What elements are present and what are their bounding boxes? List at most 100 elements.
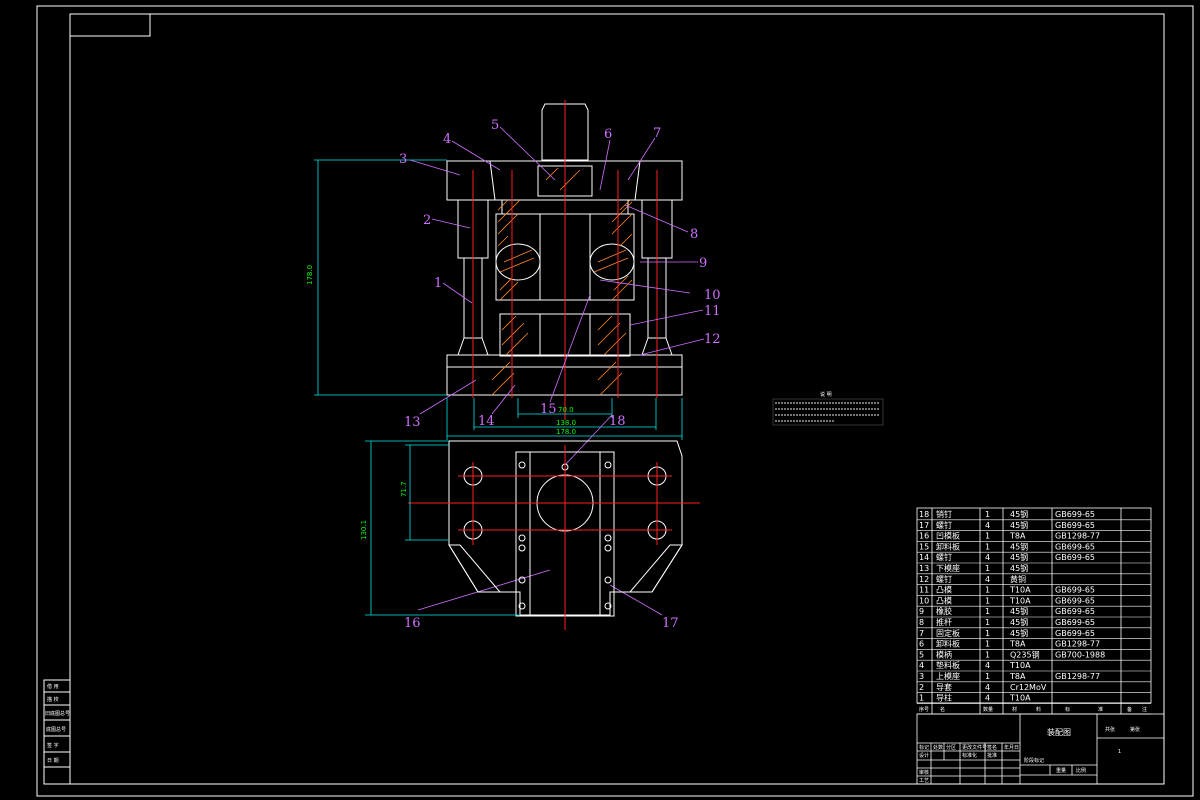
bom-cell-name: 凸模 xyxy=(936,595,952,605)
bom-header: 序号 名 数量 材 料 标 准 备 注 xyxy=(919,706,1147,713)
bom-cell-qty: 1 xyxy=(985,586,990,595)
tb-sheets: 共张 xyxy=(1105,726,1115,733)
bom-cell-material: 45钢 xyxy=(1010,520,1028,530)
bom-cell-no: 15 xyxy=(919,542,929,551)
dim-outer-width: 178.0 xyxy=(556,428,576,436)
plan-dimension-text: 130.1 71.7 xyxy=(360,481,408,540)
bom-cell-material: 45钢 xyxy=(1010,509,1028,519)
tb-design: 设计 xyxy=(919,752,929,759)
bom-cell-name: 垫料板 xyxy=(936,660,960,670)
bom-cell-no: 13 xyxy=(919,564,929,573)
bom-cell-material: 45钢 xyxy=(1010,617,1028,627)
callout-6: 6 xyxy=(604,127,612,142)
bom-cell-std: GB699-65 xyxy=(1055,618,1095,627)
tb-standard: 标准化 xyxy=(962,752,977,759)
bom-cell-qty: 4 xyxy=(985,683,990,692)
bom-cell-no: 16 xyxy=(919,532,929,541)
bom-cell-std: GB699-65 xyxy=(1055,553,1095,562)
callout-15: 15 xyxy=(540,402,557,417)
bom-cell-material: T8A xyxy=(1009,672,1026,681)
bom-cell-qty: 4 xyxy=(985,553,990,562)
bom-cell-std: GB699-65 xyxy=(1055,521,1095,530)
bom-cell-qty: 1 xyxy=(985,650,990,659)
bom-cell-name: 卸料板 xyxy=(936,541,960,551)
bom-cell-material: Cr12MoV xyxy=(1010,683,1047,692)
side-stamp-1: 描 校 xyxy=(47,696,59,703)
dim-plan-half: 71.7 xyxy=(400,481,408,497)
tb-approve: 批准 xyxy=(987,752,997,759)
bom-cell-no: 5 xyxy=(919,650,924,659)
bom-cell-name: 螺钉 xyxy=(936,574,952,584)
bom-cell-qty: 1 xyxy=(985,607,990,616)
tb-sheet-no: 1 xyxy=(1118,749,1121,755)
bom-cell-qty: 1 xyxy=(985,618,990,627)
bom-cell-qty: 4 xyxy=(985,694,990,703)
bom-cell-std: GB1298-77 xyxy=(1055,532,1100,541)
bom-header-std2: 准 xyxy=(1098,706,1103,713)
bom-cell-qty: 1 xyxy=(985,542,990,551)
bom-cell-no: 10 xyxy=(919,596,929,605)
callout-3: 3 xyxy=(399,152,407,167)
bom-cell-std: GB699-65 xyxy=(1055,629,1095,638)
tb-review: 审核 xyxy=(919,769,929,776)
bom-cell-qty: 1 xyxy=(985,564,990,573)
bom-cell-qty: 4 xyxy=(985,521,990,530)
bom-cell-name: 凹模板 xyxy=(936,531,960,541)
tb-zone: 分区 xyxy=(946,744,956,751)
bom-cell-no: 8 xyxy=(919,618,924,627)
callout-4: 4 xyxy=(443,132,451,147)
bom-cell-std: GB699-65 xyxy=(1055,607,1095,616)
tb-stage: 阶段标记 xyxy=(1024,757,1044,764)
bom-cell-std: GB1298-77 xyxy=(1055,640,1100,649)
bom-cell-material: T8A xyxy=(1009,640,1026,649)
bom-cell-qty: 1 xyxy=(985,510,990,519)
side-stamp-3: 底图总号 xyxy=(46,726,66,733)
technical-notes: 说 明 xyxy=(772,391,884,426)
bom-cell-material: 45钢 xyxy=(1010,552,1028,562)
bom-header-no: 序号 xyxy=(919,706,929,713)
bom-cell-material: 45钢 xyxy=(1010,628,1028,638)
bom-cell-name: 推杆 xyxy=(936,617,952,627)
bom-cell-std: GB700-1988 xyxy=(1055,650,1105,659)
bom-cell-std: GB699-65 xyxy=(1055,510,1095,519)
callout-1: 1 xyxy=(434,276,442,291)
bom-cell-qty: 1 xyxy=(985,596,990,605)
drawing-name: 装配图 xyxy=(1047,727,1071,737)
plan-centerlines xyxy=(408,445,700,630)
tb-process: 工艺 xyxy=(919,778,929,784)
callout-10: 10 xyxy=(704,288,721,303)
bom-cell-no: 2 xyxy=(919,683,924,692)
bom-cell-material: T10A xyxy=(1009,694,1031,703)
bom-cell-name: 上模座 xyxy=(936,671,960,681)
bom-cell-material: T10A xyxy=(1009,596,1031,605)
callout-12: 12 xyxy=(704,332,721,347)
bom-header-qty: 数量 xyxy=(983,706,993,713)
callout-13: 13 xyxy=(404,415,421,430)
bom-cell-name: 螺钉 xyxy=(936,520,952,530)
tb-scale: 比例 xyxy=(1076,767,1086,774)
bom-cell-no: 18 xyxy=(919,510,929,519)
dim-inner-width: 70.0 xyxy=(558,406,574,414)
bom-cell-name: 凸模 xyxy=(936,585,952,595)
bom-cell-name: 导套 xyxy=(936,682,952,692)
tb-count: 处数 xyxy=(933,744,943,751)
bom-cell-std: GB699-65 xyxy=(1055,596,1095,605)
bom-cell-material: 45钢 xyxy=(1010,541,1028,551)
tb-mark: 标记 xyxy=(919,744,929,751)
bom-cell-std: GB1298-77 xyxy=(1055,672,1100,681)
side-stamp-5: 日 期 xyxy=(47,758,59,764)
dim-height: 178.0 xyxy=(306,265,314,285)
bom-cell-name: 卸料板 xyxy=(936,639,960,649)
bom-cell-name: 模柄 xyxy=(936,649,952,659)
bom-cell-no: 14 xyxy=(919,553,929,562)
dim-middle-width: 138.0 xyxy=(556,419,576,427)
bom-cell-no: 1 xyxy=(919,694,924,703)
side-stamp-0: 借 用 xyxy=(47,683,59,690)
bom-cell-material: 黄铜 xyxy=(1010,574,1026,584)
callout-16: 16 xyxy=(404,616,421,631)
bom-cell-no: 17 xyxy=(919,521,929,530)
callout-14: 14 xyxy=(478,414,495,429)
callout-11: 11 xyxy=(704,304,721,319)
bom-rows: 18 销钉 1 45钢 GB699-6517 螺钉 4 45钢 GB699-6516 凹模板 1 T8… xyxy=(917,509,1151,704)
callout-8: 8 xyxy=(690,227,698,242)
